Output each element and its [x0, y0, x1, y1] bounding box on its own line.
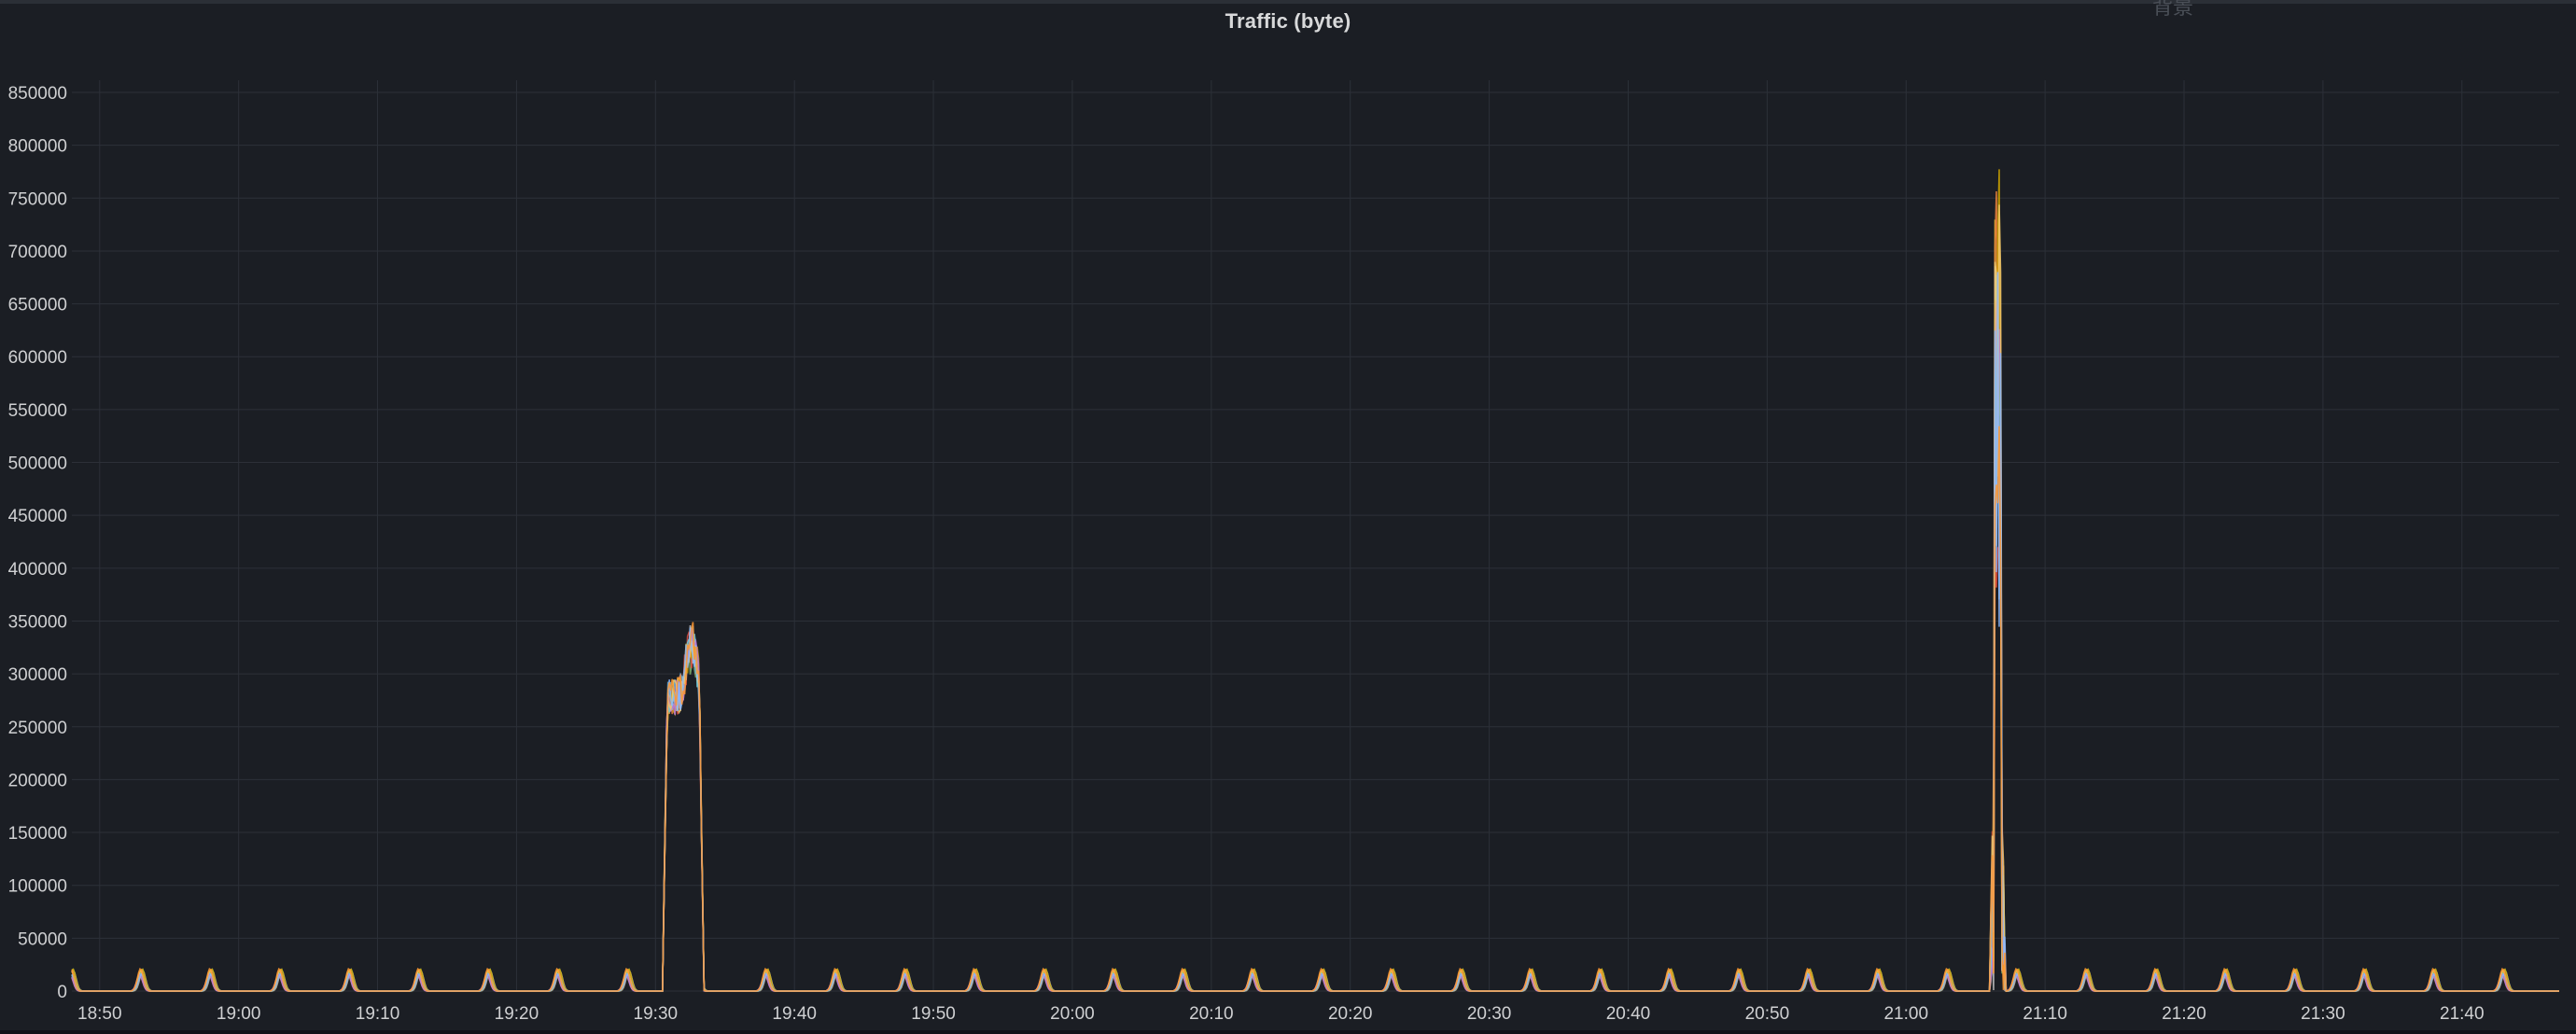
- y-tick-label: 150000: [8, 824, 67, 844]
- series-line: [71, 169, 2559, 992]
- y-tick-label: 800000: [8, 137, 67, 157]
- series-line: [71, 266, 2559, 992]
- x-tick-label: 21:40: [2440, 1004, 2485, 1024]
- y-tick-label: 400000: [8, 560, 67, 580]
- series-line: [71, 190, 2559, 992]
- x-axis-ticks: 18:50 19:00 19:10 19:20 19:30 19:40 19:50 20:00…: [77, 1004, 2485, 1024]
- y-tick-label: 550000: [8, 401, 67, 421]
- y-tick-label: 600000: [8, 348, 67, 368]
- y-tick-label: 0: [57, 983, 67, 1002]
- y-tick-label: 300000: [8, 665, 67, 685]
- x-tick-label: 21:30: [2301, 1004, 2345, 1024]
- y-tick-label: 350000: [8, 612, 67, 632]
- y-tick-label: 700000: [8, 243, 67, 262]
- y-tick-label: 450000: [8, 507, 67, 526]
- x-tick-label: 20:00: [1050, 1004, 1095, 1024]
- series-line: [71, 303, 2559, 992]
- x-tick-label: 20:30: [1467, 1004, 1512, 1024]
- x-tick-label: 20:10: [1189, 1004, 1234, 1024]
- x-tick-label: 20:20: [1328, 1004, 1373, 1024]
- series-line: [71, 274, 2559, 992]
- x-tick-label: 18:50: [77, 1004, 122, 1024]
- x-tick-label: 21:20: [2162, 1004, 2206, 1024]
- y-tick-label: 250000: [8, 719, 67, 738]
- y-tick-label: 850000: [8, 84, 67, 104]
- y-tick-label: 500000: [8, 454, 67, 474]
- y-tick-label: 200000: [8, 771, 67, 790]
- y-tick-label: 750000: [8, 189, 67, 209]
- y-axis-ticks: 0 50000 100000 150000 200000 250000 300000 3500…: [8, 84, 67, 1002]
- x-tick-label: 20:50: [1745, 1004, 1790, 1024]
- chart-panel: Traffic (byte) 背景 0 50000 100000 150000 2000…: [0, 0, 2576, 1030]
- series-line: [71, 272, 2559, 992]
- x-tick-label: 19:40: [772, 1004, 817, 1024]
- x-tick-label: 19:30: [634, 1004, 679, 1024]
- series-line: [71, 300, 2559, 992]
- x-tick-label: 21:00: [1883, 1004, 1928, 1024]
- x-tick-label: 19:00: [217, 1004, 261, 1024]
- x-tick-label: 19:50: [911, 1004, 956, 1024]
- series-line: [71, 490, 2559, 992]
- series-lines: [71, 169, 2559, 992]
- series-line: [71, 219, 2559, 992]
- traffic-chart: 0 50000 100000 150000 200000 250000 300000 3500…: [8, 80, 2559, 1024]
- series-line: [71, 204, 2559, 992]
- x-tick-label: 20:40: [1606, 1004, 1651, 1024]
- y-tick-label: 650000: [8, 296, 67, 315]
- x-tick-label: 19:10: [356, 1004, 400, 1024]
- grid: [72, 80, 2559, 992]
- series-line: [71, 426, 2559, 992]
- y-tick-label: 50000: [18, 929, 67, 949]
- series-line: [71, 339, 2559, 992]
- x-tick-label: 21:10: [2023, 1004, 2067, 1024]
- y-tick-label: 100000: [8, 877, 67, 897]
- x-tick-label: 19:20: [495, 1004, 539, 1024]
